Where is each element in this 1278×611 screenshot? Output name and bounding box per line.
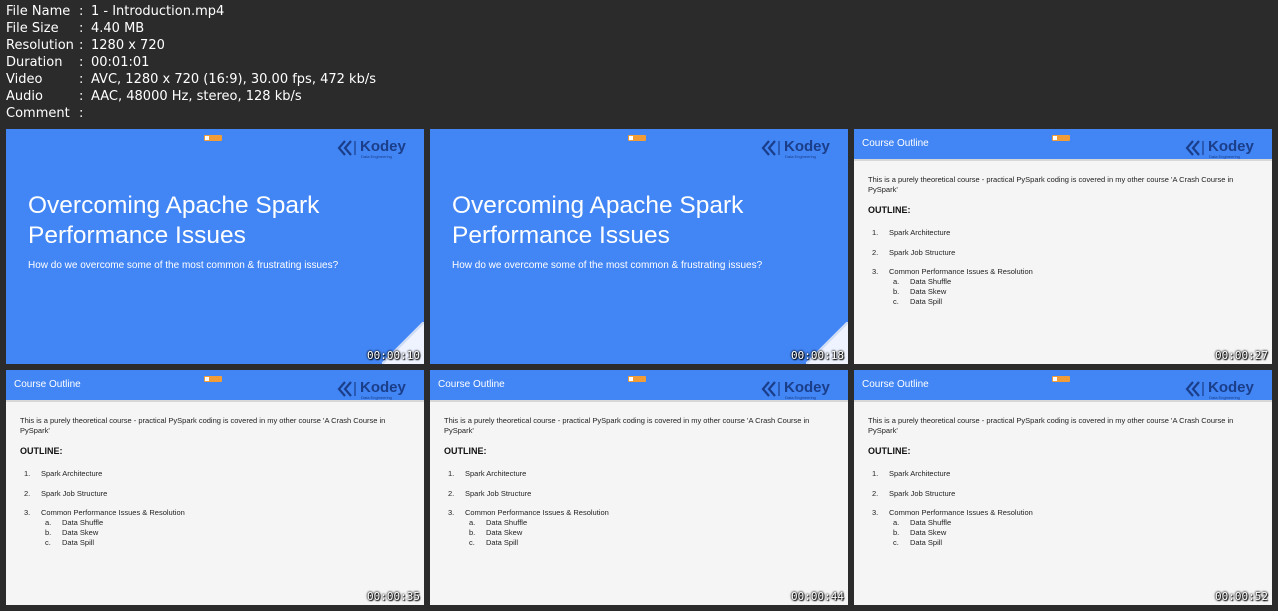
thumbnail-timestamp: 00:00:35 — [367, 590, 420, 603]
file-size-row: File Size:4.40 MB — [6, 21, 145, 36]
recording-badge-icon — [204, 376, 222, 382]
slide-header-title: Course Outline — [14, 379, 81, 390]
slide-header-title: Course Outline — [438, 379, 505, 390]
logo-wordmark: Kodey — [360, 138, 406, 155]
kodey-logo-icon — [337, 140, 356, 156]
logo-wordmark: Kodey — [1208, 379, 1254, 396]
recording-badge-icon — [204, 135, 222, 141]
video-thumbnail[interactable]: Overcoming Apache Spark Performance Issu… — [430, 129, 848, 364]
outline-item: 1. Spark Architecture — [872, 469, 951, 478]
recording-badge-icon — [628, 135, 646, 141]
video-thumbnail[interactable]: Course Outline This is a purely theoreti… — [854, 370, 1272, 605]
course-intro-text: This is a purely theoretical course - pr… — [444, 416, 810, 435]
video-thumbnail[interactable]: Course Outline This is a purely theoreti… — [430, 370, 848, 605]
outline-item: 3. Common Performance Issues & Resolution — [24, 508, 185, 517]
outline-subitem: a. Data Shuffle — [469, 518, 528, 527]
slide-title: Overcoming Apache Spark Performance Issu… — [28, 192, 320, 249]
duration-row: Duration:00:01:01 — [6, 55, 150, 70]
recording-badge-icon — [628, 376, 646, 382]
logo-tagline: Data Engineering — [361, 395, 392, 400]
logo-wordmark: Kodey — [784, 379, 830, 396]
outline-subitem: b. Data Skew — [893, 287, 947, 296]
recording-badge-icon — [1052, 376, 1070, 382]
thumbnail-timestamp: 00:00:18 — [791, 349, 844, 362]
kodey-logo: Kodey Data Engineering — [337, 379, 411, 400]
course-intro-text: This is a purely theoretical course - pr… — [20, 416, 386, 435]
outline-item: 2. Spark Job Structure — [24, 489, 108, 498]
kodey-logo-icon — [761, 381, 780, 397]
logo-tagline: Data Engineering — [361, 154, 392, 159]
outline-subitem: b. Data Skew — [893, 528, 947, 537]
outline-item: 1. Spark Architecture — [872, 228, 951, 237]
kodey-logo: Kodey Data Engineering — [761, 138, 835, 159]
outline-item: 3. Common Performance Issues & Resolution — [872, 267, 1033, 276]
kodey-logo-icon — [1185, 140, 1204, 156]
outline-item: 1. Spark Architecture — [448, 469, 527, 478]
video-thumbnail[interactable]: Course Outline This is a purely theoreti… — [854, 129, 1272, 364]
outline-item: 2. Spark Job Structure — [872, 489, 956, 498]
audio-row: Audio: AAC, 48000 Hz, stereo, 128 kb/s — [6, 89, 302, 104]
outline-subitem: a. Data Shuffle — [893, 518, 952, 527]
kodey-logo: Kodey Data Engineering — [761, 379, 835, 400]
file-name-row: File Name:1 - Introduction.mp4 — [6, 4, 225, 19]
slide-header-title: Course Outline — [862, 379, 929, 390]
outline-subitem: b. Data Skew — [45, 528, 99, 537]
outline-subitem: c. Data Spill — [45, 538, 95, 547]
kodey-logo-icon — [337, 381, 356, 397]
outline-subitem: a. Data Shuffle — [893, 277, 952, 286]
video-thumbnail[interactable]: Overcoming Apache Spark Performance Issu… — [6, 129, 424, 364]
outline-subitem: c. Data Spill — [893, 538, 943, 547]
recording-badge-icon — [1052, 135, 1070, 141]
outline-item: 3. Common Performance Issues & Resolution — [448, 508, 609, 517]
outline-item: 3. Common Performance Issues & Resolution — [872, 508, 1033, 517]
kodey-logo-icon — [761, 140, 780, 156]
logo-wordmark: Kodey — [784, 138, 830, 155]
outline-subitem: c. Data Spill — [469, 538, 519, 547]
logo-tagline: Data Engineering — [785, 395, 816, 400]
outline-heading: OUTLINE: — [20, 446, 63, 456]
file-info-panel: File Name:1 - Introduction.mp4 File Size… — [6, 3, 376, 122]
logo-wordmark: Kodey — [1208, 138, 1254, 155]
slide-header-title: Course Outline — [862, 138, 929, 149]
outline-subitem: c. Data Spill — [893, 297, 943, 306]
outline-item: 2. Spark Job Structure — [448, 489, 532, 498]
outline-subitem: b. Data Skew — [469, 528, 523, 537]
logo-tagline: Data Engineering — [1209, 395, 1240, 400]
comment-row: Comment: — [6, 106, 84, 121]
outline-item: 1. Spark Architecture — [24, 469, 103, 478]
outline-heading: OUTLINE: — [868, 205, 911, 215]
outline-item: 2. Spark Job Structure — [872, 248, 956, 257]
logo-tagline: Data Engineering — [785, 154, 816, 159]
kodey-logo: Kodey Data Engineering — [1185, 379, 1259, 400]
logo-tagline: Data Engineering — [1209, 154, 1240, 159]
slide-title: Overcoming Apache Spark Performance Issu… — [452, 192, 744, 249]
kodey-logo: Kodey Data Engineering — [337, 138, 411, 159]
thumbnail-timestamp: 00:00:27 — [1215, 349, 1268, 362]
video-row: Video: AVC, 1280 x 720 (16:9), 30.00 fps,… — [6, 72, 376, 87]
logo-wordmark: Kodey — [360, 379, 406, 396]
outline-heading: OUTLINE: — [868, 446, 911, 456]
thumbnail-timestamp: 00:00:10 — [367, 349, 420, 362]
course-intro-text: This is a purely theoretical course - pr… — [868, 175, 1234, 194]
video-thumbnail[interactable]: Course Outline This is a purely theoreti… — [6, 370, 424, 605]
kodey-logo: Kodey Data Engineering — [1185, 138, 1259, 159]
kodey-logo-icon — [1185, 381, 1204, 397]
course-intro-text: This is a purely theoretical course - pr… — [868, 416, 1234, 435]
outline-heading: OUTLINE: — [444, 446, 487, 456]
outline-subitem: a. Data Shuffle — [45, 518, 104, 527]
resolution-row: Resolution:1280 x 720 — [6, 38, 165, 53]
thumbnail-timestamp: 00:00:44 — [791, 590, 844, 603]
slide-subtitle: How do we overcome some of the most comm… — [452, 260, 763, 271]
thumbnail-timestamp: 00:00:52 — [1215, 590, 1268, 603]
slide-subtitle: How do we overcome some of the most comm… — [28, 260, 339, 271]
